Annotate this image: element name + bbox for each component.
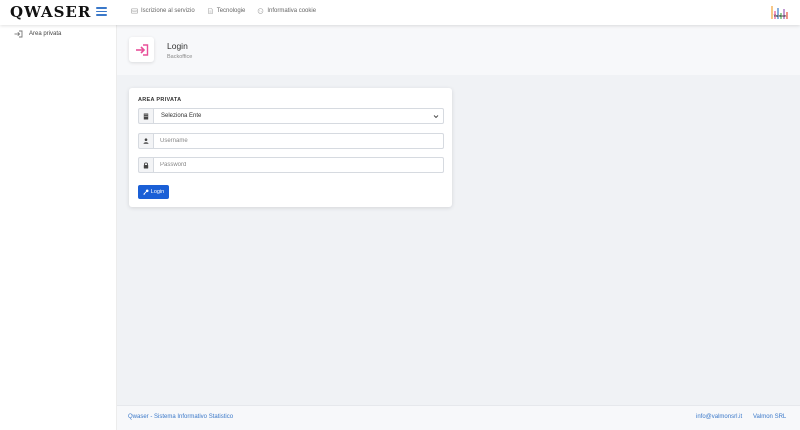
card-title: AREA PRIVATA — [138, 97, 182, 103]
valmon-logo[interactable]: Valmon — [770, 3, 790, 22]
login-button[interactable]: Login — [138, 185, 169, 199]
nav-iscrizione-label: Iscrizione al servizio — [141, 8, 195, 14]
main-content: Login Backoffice AREA PRIVATA Seleziona … — [117, 25, 800, 430]
document-icon — [208, 8, 213, 14]
lock-icon — [143, 162, 149, 168]
chevron-down-icon — [433, 115, 439, 119]
username-group — [138, 133, 444, 149]
top-nav: Iscrizione al servizio Tecnologie Inform… — [131, 8, 316, 14]
username-field[interactable] — [153, 133, 444, 149]
key-icon — [143, 189, 149, 195]
password-input[interactable] — [160, 162, 443, 168]
sign-in-icon — [14, 30, 23, 38]
ente-select[interactable]: Seleziona Ente — [153, 108, 444, 124]
footer: Qwaser - Sistema Informativo Statistico … — [117, 405, 800, 430]
cookie-icon — [258, 8, 264, 14]
top-bar: QWASER Iscrizione al servizio Tecnologie… — [0, 0, 800, 25]
sidebar-item-area-privata[interactable]: Area privata — [14, 30, 61, 38]
ente-select-group: Seleziona Ente — [138, 108, 444, 124]
username-addon — [138, 133, 153, 149]
sidebar-item-label: Area privata — [29, 31, 62, 37]
login-card: AREA PRIVATA Seleziona Ente Username Log… — [129, 88, 452, 207]
ente-select-value: Seleziona Ente — [161, 113, 202, 119]
footer-company-link[interactable]: Valmon SRL — [753, 414, 786, 420]
login-button-label: Login — [150, 189, 165, 195]
menu-toggle-icon[interactable] — [96, 7, 107, 16]
password-addon — [138, 157, 153, 173]
page-header: Login Backoffice — [117, 25, 800, 75]
nav-tecnologie-label: Tecnologie — [216, 8, 246, 14]
footer-email-link[interactable]: info@valmonsrl.it — [696, 414, 742, 420]
header-icon-box — [129, 37, 154, 62]
nav-iscrizione[interactable]: Iscrizione al servizio — [131, 8, 195, 14]
page-subtitle: Backoffice — [167, 54, 193, 60]
brand-logo[interactable]: QWASER — [10, 3, 91, 21]
nav-tecnologie[interactable]: Tecnologie — [207, 8, 246, 14]
user-icon — [143, 138, 149, 144]
building-icon — [143, 113, 149, 119]
sign-in-icon — [135, 43, 148, 56]
keyboard-icon — [131, 8, 138, 14]
valmon-logo-text: Valmon — [774, 14, 787, 18]
page-title: Login — [167, 41, 188, 51]
nav-cookie[interactable]: Informativa cookie — [257, 8, 316, 14]
footer-app-link[interactable]: Qwaser - Sistema Informativo Statistico — [128, 414, 233, 420]
username-input[interactable] — [160, 138, 443, 144]
sidebar: Area privata — [0, 25, 117, 430]
ente-addon — [138, 108, 153, 124]
password-group — [138, 157, 444, 173]
nav-cookie-label: Informativa cookie — [267, 8, 317, 14]
password-field[interactable] — [153, 157, 444, 173]
